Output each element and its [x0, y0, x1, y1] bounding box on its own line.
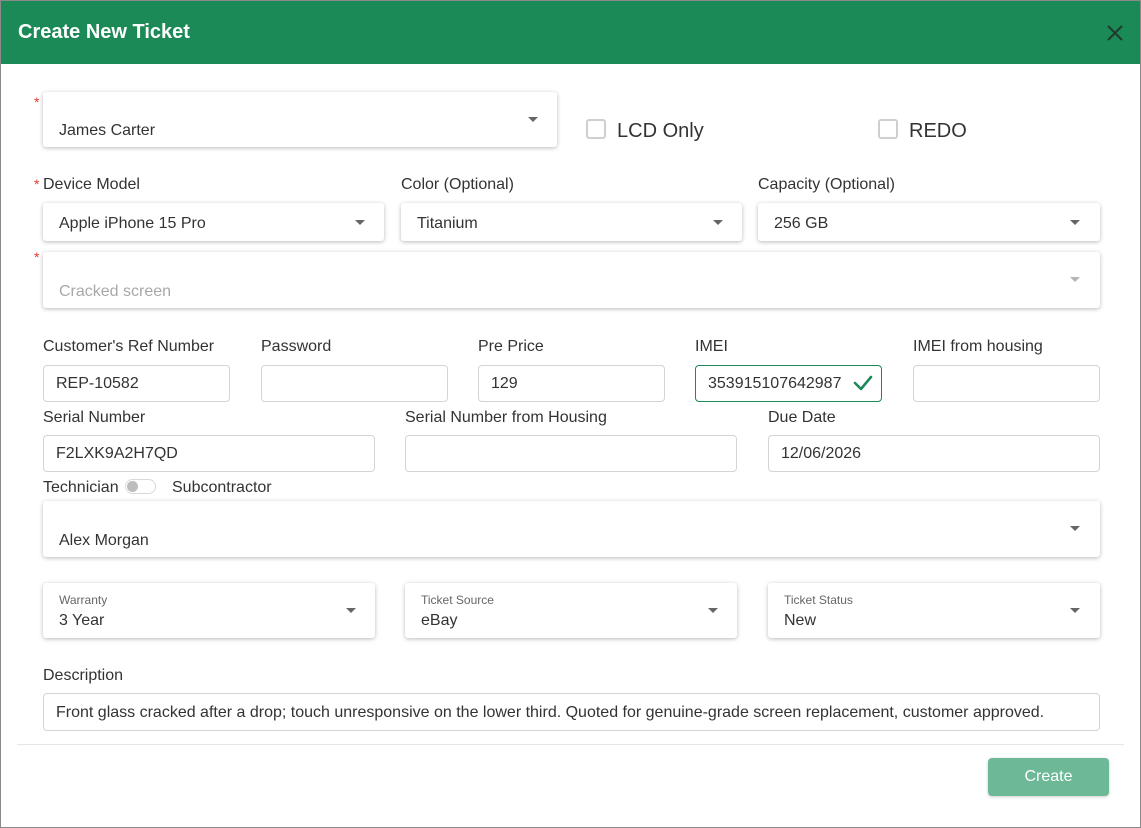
serial-input[interactable]	[43, 435, 375, 472]
serial-housing-label: Serial Number from Housing	[405, 409, 607, 426]
technician-select[interactable]: Alex Morgan	[43, 501, 1100, 557]
password-input[interactable]	[261, 365, 448, 402]
customer-value: James Carter	[59, 122, 156, 139]
description-label: Description	[43, 667, 124, 684]
description-textarea[interactable]: Front glass cracked after a drop; touch …	[43, 693, 1100, 731]
ticket-status-label: Ticket Status	[784, 593, 853, 607]
customer-ref-label: Customer's Ref Number	[43, 338, 215, 355]
issue-select[interactable]: Cracked screen	[43, 252, 1100, 308]
chevron-down-icon	[346, 608, 356, 613]
ticket-source-label: Ticket Source	[421, 593, 494, 607]
color-select[interactable]: Titanium	[401, 203, 742, 241]
lcd-only-checkbox[interactable]	[586, 119, 606, 139]
footer-divider	[17, 744, 1124, 745]
issue-placeholder: Cracked screen	[59, 283, 172, 300]
imei-housing-label: IMEI from housing	[913, 338, 1043, 355]
warranty-value: 3 Year	[59, 612, 105, 629]
chevron-down-icon	[1070, 608, 1080, 613]
chevron-down-icon	[708, 608, 718, 613]
device-model-label: Device Model	[43, 176, 140, 193]
required-asterisk: *	[34, 176, 40, 192]
required-asterisk: *	[34, 249, 40, 265]
chevron-down-icon	[355, 220, 365, 225]
due-date-label: Due Date	[768, 409, 836, 426]
color-value: Titanium	[417, 215, 478, 232]
due-date-input[interactable]	[768, 435, 1100, 472]
toggle-knob	[127, 481, 138, 492]
chevron-down-icon	[713, 220, 723, 225]
chevron-down-icon	[1070, 220, 1080, 225]
capacity-label: Capacity (Optional)	[758, 176, 895, 193]
technician-toggle-label: Technician	[43, 479, 119, 496]
ticket-status-value: New	[784, 612, 817, 629]
customer-select[interactable]: James Carter	[43, 92, 557, 147]
serial-label: Serial Number	[43, 409, 146, 426]
serial-housing-input[interactable]	[405, 435, 737, 472]
ticket-source-value: eBay	[421, 612, 458, 629]
pre-price-input[interactable]	[478, 365, 665, 402]
warranty-select[interactable]: Warranty 3 Year	[43, 583, 375, 638]
required-asterisk: *	[34, 94, 40, 110]
assignee-toggle[interactable]	[125, 479, 156, 494]
technician-value: Alex Morgan	[59, 532, 149, 549]
subcontractor-toggle-label: Subcontractor	[172, 479, 272, 496]
checkmark-icon	[853, 375, 873, 391]
create-button[interactable]: Create	[988, 758, 1109, 796]
chevron-down-icon	[1070, 277, 1080, 282]
device-model-select[interactable]: Apple iPhone 15 Pro	[43, 203, 384, 241]
password-label: Password	[261, 338, 332, 355]
warranty-label: Warranty	[59, 593, 108, 607]
lcd-only-label: LCD Only	[617, 120, 704, 142]
redo-checkbox[interactable]	[878, 119, 898, 139]
dialog-title: Create New Ticket	[18, 21, 190, 43]
ticket-source-select[interactable]: Ticket Source eBay	[405, 583, 737, 638]
imei-label: IMEI	[695, 338, 728, 355]
capacity-value: 256 GB	[774, 215, 829, 232]
chevron-down-icon	[1070, 526, 1080, 531]
redo-label: REDO	[909, 120, 967, 142]
capacity-select[interactable]: 256 GB	[758, 203, 1100, 241]
dialog-header: Create New Ticket	[1, 1, 1140, 64]
ticket-status-select[interactable]: Ticket Status New	[768, 583, 1100, 638]
color-label: Color (Optional)	[401, 176, 514, 193]
close-icon[interactable]	[1104, 22, 1126, 44]
chevron-down-icon	[528, 117, 538, 122]
imei-housing-input[interactable]	[913, 365, 1100, 402]
pre-price-label: Pre Price	[478, 338, 544, 355]
device-model-value: Apple iPhone 15 Pro	[59, 215, 206, 232]
customer-ref-input[interactable]	[43, 365, 230, 402]
create-ticket-dialog: Create New Ticket * James Carter LCD Onl…	[0, 0, 1141, 828]
